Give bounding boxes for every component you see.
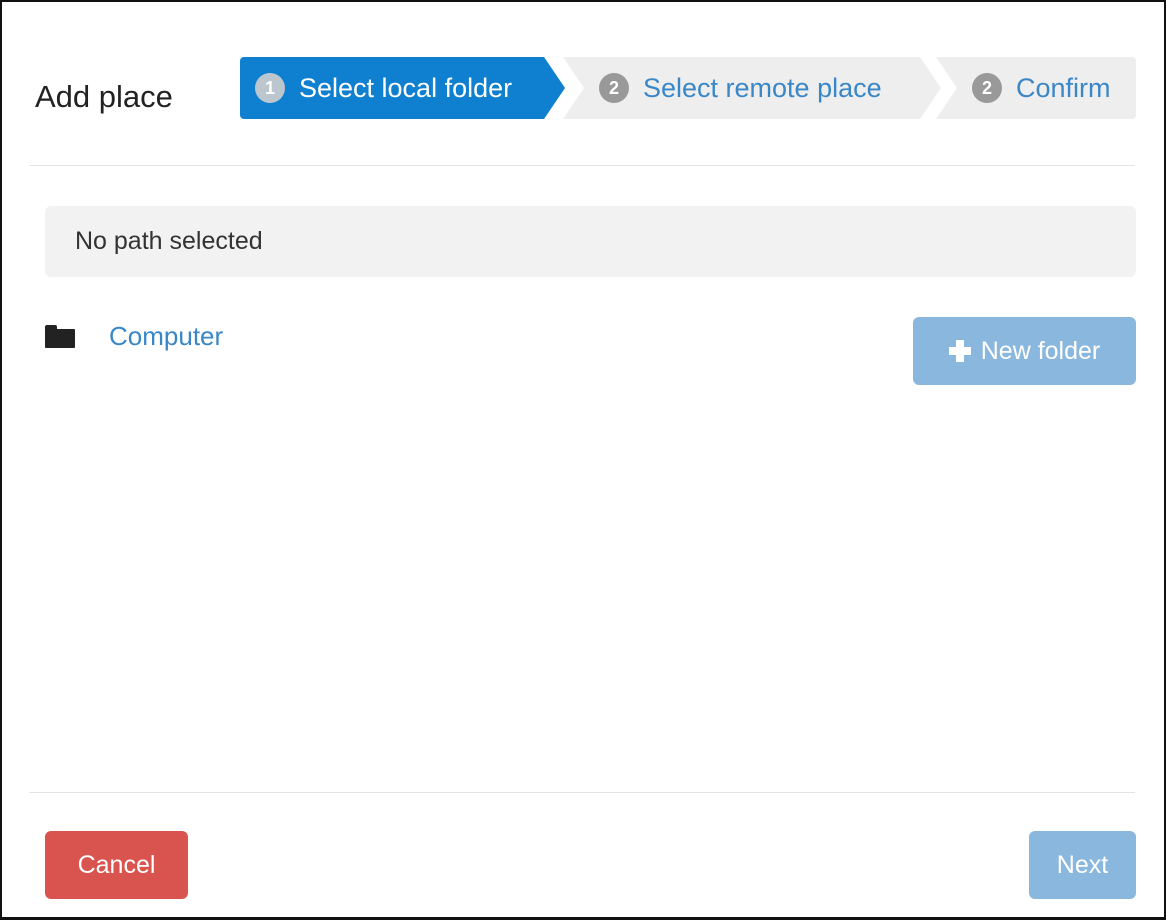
new-folder-button[interactable]: New folder <box>913 317 1136 385</box>
wizard-steps: 1 Select local folder 2 Select remote pl… <box>240 57 1136 119</box>
cancel-label: Cancel <box>77 850 156 879</box>
selected-path-bar: No path selected <box>45 206 1136 277</box>
dialog-header: Add place 1 Select local folder 2 Select… <box>2 2 1164 165</box>
selected-path-text: No path selected <box>75 227 263 255</box>
cancel-button[interactable]: Cancel <box>45 831 188 899</box>
next-label: Next <box>1056 850 1109 879</box>
dialog-title: Add place <box>35 79 173 114</box>
header-divider <box>29 165 1135 166</box>
wizard-step-select-remote-place[interactable]: 2 Select remote place <box>563 57 941 119</box>
plus-icon <box>948 340 971 362</box>
step-number-badge: 2 <box>599 73 629 103</box>
tree-item-label[interactable]: Computer <box>109 321 223 352</box>
step-label: Select local folder <box>299 72 513 103</box>
new-folder-label: New folder <box>980 336 1101 365</box>
tree-item-computer[interactable]: Computer <box>45 316 223 356</box>
step-label: Confirm <box>1016 72 1111 103</box>
next-button[interactable]: Next <box>1029 831 1136 899</box>
add-place-dialog: Add place 1 Select local folder 2 Select… <box>0 0 1166 920</box>
wizard-step-select-local-folder[interactable]: 1 Select local folder <box>240 57 565 119</box>
step-label: Select remote place <box>643 72 882 103</box>
step-number-badge: 1 <box>255 73 285 103</box>
folder-icon <box>45 324 75 348</box>
wizard-step-confirm[interactable]: 2 Confirm <box>936 57 1136 119</box>
step-number-badge: 2 <box>972 73 1002 103</box>
footer-divider <box>29 792 1135 793</box>
